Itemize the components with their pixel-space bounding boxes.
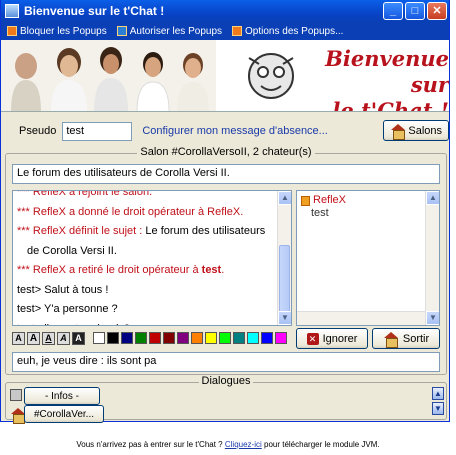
- maximize-button[interactable]: □: [405, 2, 425, 20]
- pseudo-label: Pseudo: [19, 125, 57, 137]
- color-swatch[interactable]: [93, 332, 105, 344]
- popup-options-item[interactable]: Options des Popups...: [232, 26, 343, 37]
- popup-options-label: Options des Popups...: [245, 25, 344, 37]
- computer-icon: [10, 389, 22, 401]
- house-icon: [390, 123, 406, 140]
- user-list-item[interactable]: test: [297, 207, 439, 220]
- room-tab-button[interactable]: #CorollaVer...: [24, 405, 104, 423]
- title-bar: Bienvenue sur le t'Chat ! _ □ ✕: [1, 0, 449, 22]
- user-name: test: [311, 207, 329, 219]
- chat-message: test> Salut à tous !: [17, 283, 109, 296]
- chat-message: test> Y'a personne ?: [17, 303, 118, 315]
- room-group: Salon #CorollaVersoII, 2 chateur(s) Le f…: [5, 146, 447, 375]
- color-swatch[interactable]: [261, 332, 273, 344]
- font-underline-button[interactable]: A: [42, 331, 55, 345]
- format-toolbar: A A A A A: [12, 330, 287, 346]
- salons-label: Salons: [408, 124, 442, 137]
- topic-field[interactable]: Le forum des utilisateurs de Corolla Ver…: [12, 164, 440, 184]
- scroll-down-icon[interactable]: ▼: [426, 311, 439, 325]
- scroll-down-icon[interactable]: ▼: [278, 311, 291, 325]
- minimize-button[interactable]: _: [383, 2, 403, 20]
- dialogs-group: Dialogues - Infos - #CorollaVer... ▲ ▼: [5, 375, 447, 424]
- user-list-scrollbar[interactable]: ▲ ▼: [425, 191, 439, 325]
- dialogs-legend: Dialogues: [198, 375, 254, 387]
- window-title: Bienvenue sur le t'Chat !: [24, 4, 165, 18]
- user-list-panel[interactable]: RefleX test ▲ ▼: [296, 190, 440, 326]
- chat-message: *** RefleX a rejoint le salon.: [17, 190, 153, 198]
- chat-scrollbar[interactable]: ▲ ▼: [277, 191, 291, 325]
- user-list-hscrollbar[interactable]: [297, 311, 425, 325]
- pseudo-input[interactable]: test: [62, 121, 133, 141]
- chat-messages-panel[interactable]: *** RefleX a rejoint le salon. *** RefleX…: [12, 190, 292, 326]
- chat-lines: *** RefleX a rejoint le salon. *** RefleX…: [13, 190, 277, 326]
- color-swatch[interactable]: [107, 332, 119, 344]
- allow-popups-item[interactable]: Autoriser les Popups: [116, 25, 223, 37]
- pseudo-row: Pseudo test Configurer mon message d'abs…: [7, 120, 449, 142]
- footer-text-after: pour télécharger le module JVM.: [264, 440, 380, 449]
- banner-title: Bienvenue sur le t'Chat !: [325, 46, 449, 112]
- exit-label: Sortir: [402, 332, 430, 345]
- chat-message: *** RefleX a donné le droit opérateur à …: [17, 205, 244, 218]
- operator-icon: [301, 195, 310, 206]
- color-swatch[interactable]: [121, 332, 133, 344]
- color-swatch[interactable]: [191, 332, 203, 344]
- user-name: RefleX: [313, 194, 347, 206]
- scroll-up-icon[interactable]: ▲: [278, 191, 291, 205]
- color-swatch[interactable]: [177, 332, 189, 344]
- ignore-button[interactable]: ✕ Ignorer: [296, 328, 368, 349]
- infos-label: - Infos -: [45, 390, 79, 402]
- chat-message: *** RefleX a retiré le droit opérateur à…: [17, 264, 225, 276]
- exit-button[interactable]: Sortir: [372, 328, 440, 349]
- color-swatch[interactable]: [163, 332, 175, 344]
- font-outline-button[interactable]: A: [57, 331, 70, 345]
- footer-text-before: Vous n'arrivez pas à entrer sur le t'Cha…: [76, 440, 223, 449]
- house-icon: [383, 331, 399, 348]
- window-app-icon: [5, 4, 19, 18]
- popup-options-icon: [232, 26, 243, 36]
- download-jvm-link[interactable]: Cliquez-ici: [225, 440, 262, 449]
- block-popups-item[interactable]: Bloquer les Popups: [7, 26, 107, 37]
- message-input[interactable]: euh, je veus dire : ils sont pa: [12, 352, 440, 372]
- color-swatch[interactable]: [149, 332, 161, 344]
- close-button[interactable]: ✕: [427, 2, 447, 20]
- color-swatch[interactable]: [247, 332, 259, 344]
- block-popups-icon: [7, 26, 17, 36]
- chat-message: de Corolla Versi II.: [27, 244, 117, 257]
- color-swatch[interactable]: [219, 332, 231, 344]
- allow-popups-label: Autoriser les Popups: [129, 25, 223, 37]
- color-swatch[interactable]: [233, 332, 245, 344]
- chat-message: test> ils sont paris où ?: [13, 320, 277, 326]
- footer-note: Vous n'arrivez pas à entrer sur le t'Cha…: [0, 440, 456, 449]
- dialogs-down-icon[interactable]: ▼: [432, 402, 444, 415]
- banner: Bienvenue sur le t'Chat !: [1, 40, 449, 112]
- color-swatch[interactable]: [205, 332, 217, 344]
- user-list-item[interactable]: RefleX: [297, 194, 439, 207]
- allow-popups-icon: [116, 26, 127, 36]
- chat-window: Bienvenue sur le t'Chat ! _ □ ✕ Bloquer …: [0, 0, 450, 424]
- popup-toolbar: Bloquer les Popups Autoriser les Popups …: [1, 22, 449, 40]
- chat-message: *** RefleX définit le sujet : Le forum d…: [17, 225, 266, 237]
- dialogs-up-icon[interactable]: ▲: [432, 387, 444, 400]
- absence-message-link[interactable]: Configurer mon message d'absence...: [142, 125, 328, 137]
- color-swatch[interactable]: [135, 332, 147, 344]
- font-bold-button[interactable]: A: [27, 331, 40, 345]
- ignore-label: Ignorer: [322, 332, 358, 345]
- block-popups-label: Bloquer les Popups: [20, 25, 107, 37]
- infos-button[interactable]: - Infos -: [24, 387, 100, 405]
- ignore-icon: ✕: [306, 332, 319, 345]
- salons-button[interactable]: Salons: [383, 120, 449, 141]
- color-swatch[interactable]: [275, 332, 287, 344]
- font-reverse-button[interactable]: A: [72, 331, 85, 345]
- chat-logo-icon: [248, 53, 294, 99]
- font-normal-button[interactable]: A: [12, 331, 25, 345]
- banner-people-image: [1, 40, 216, 111]
- room-legend: Salon #CorollaVersoII, 2 chateur(s): [137, 146, 315, 158]
- scroll-up-icon[interactable]: ▲: [426, 191, 439, 205]
- room-tab-label: #CorollaVer...: [33, 408, 95, 420]
